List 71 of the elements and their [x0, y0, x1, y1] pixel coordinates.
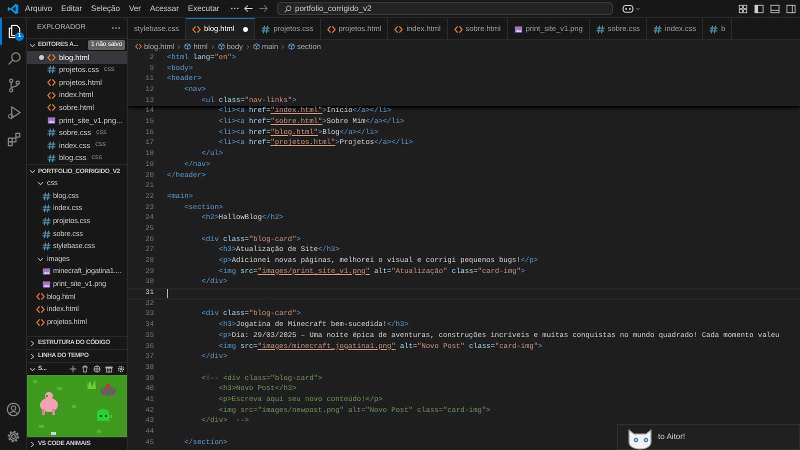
ball-icon[interactable] [93, 365, 101, 373]
chevron-right-icon [210, 44, 216, 50]
back-arrow-icon[interactable] [243, 3, 254, 14]
hash-file-icon [709, 24, 718, 34]
chevron-right-icon [280, 44, 286, 50]
image-file-icon [47, 116, 56, 125]
menu-item[interactable]: Acessar [146, 0, 183, 17]
hash-file-icon [47, 140, 56, 150]
extensions-icon [6, 132, 22, 147]
menu-item[interactable]: Editar [57, 0, 86, 17]
chevron-right-icon [176, 44, 182, 50]
hash-file-icon [42, 192, 51, 201]
caret-icon[interactable] [635, 6, 641, 12]
branch-icon [6, 78, 22, 93]
cube-icon [288, 43, 296, 50]
hash-file-icon [42, 216, 51, 226]
chevron-right-icon[interactable] [28, 338, 37, 348]
hash-file-icon [261, 24, 270, 34]
hash-file-icon [47, 128, 56, 138]
code-file-icon [135, 43, 142, 50]
cube-icon [218, 43, 225, 50]
layout-icon[interactable] [738, 4, 748, 14]
secondary-sidebar-icon[interactable] [786, 4, 796, 14]
panel-toggle-icon[interactable] [770, 4, 780, 14]
vscode-logo-icon [7, 2, 19, 14]
code-file-icon [36, 292, 45, 302]
robot-face-icon[interactable] [622, 3, 634, 14]
cube-icon [184, 43, 192, 50]
notification-text: to Aitor! [658, 431, 686, 443]
code-file-icon [36, 305, 45, 314]
code-file-icon [394, 24, 404, 34]
hash-file-icon [47, 154, 56, 163]
image-file-icon [42, 280, 51, 289]
hash-file-icon [596, 24, 605, 34]
hash-file-icon [652, 24, 662, 34]
gift-icon[interactable] [105, 365, 113, 373]
menu-item[interactable]: Seleção [87, 0, 124, 17]
menu-item[interactable]: Executar [184, 0, 224, 17]
code-file-icon [36, 318, 45, 327]
chevron-right-icon[interactable] [28, 440, 37, 448]
settings-icon[interactable] [117, 365, 125, 373]
hash-file-icon [42, 230, 51, 239]
forward-arrow-icon[interactable] [258, 3, 269, 14]
chevron-right-icon [244, 44, 251, 50]
text-cursor [167, 288, 168, 298]
chevron-right-icon[interactable] [28, 352, 37, 360]
cube-icon [252, 43, 260, 50]
command-center-search[interactable]: portfolio_corrigido_v2 [277, 2, 613, 15]
play-bug-icon [6, 105, 22, 120]
account-icon[interactable] [6, 402, 20, 417]
hash-file-icon [42, 242, 51, 252]
code-file-icon [47, 103, 56, 112]
image-file-icon [514, 24, 523, 34]
menu-item[interactable]: Ver [124, 0, 145, 17]
code-file-icon [47, 90, 56, 100]
search-icon [284, 4, 292, 12]
trash-icon[interactable] [81, 365, 89, 373]
code-file-icon [192, 24, 202, 34]
hash-file-icon [47, 65, 56, 74]
settings-icon[interactable] [6, 429, 20, 444]
image-file-icon [42, 267, 51, 276]
code-file-icon [47, 78, 56, 87]
code-file-icon [454, 24, 463, 34]
add-icon[interactable] [69, 365, 77, 373]
files-icon [6, 24, 22, 39]
code-file-icon [326, 24, 336, 34]
hash-file-icon [42, 204, 51, 214]
search-icon [6, 51, 22, 66]
menu-item[interactable]: Arquivo [21, 0, 56, 17]
code-file-icon [47, 52, 56, 62]
sidebar-toggle-icon[interactable] [754, 4, 764, 14]
